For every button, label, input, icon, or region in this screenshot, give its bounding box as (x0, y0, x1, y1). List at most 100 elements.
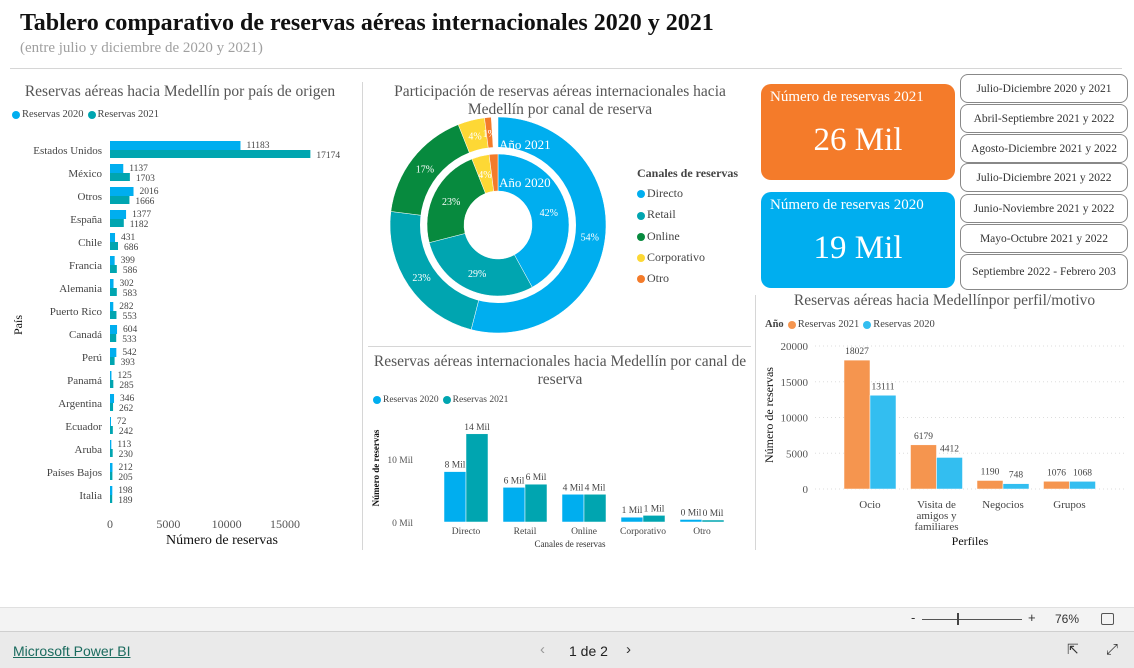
category-label: Países Bajos (47, 467, 102, 479)
bar-2020 (110, 417, 111, 426)
zoom-in-button[interactable]: + (1028, 610, 1036, 625)
legend-dot (637, 211, 645, 220)
data-label: 542 (122, 348, 137, 358)
legend-item[interactable]: Corporativo (637, 247, 705, 268)
bar-2021 (110, 173, 130, 181)
category-label: Canadá (69, 329, 102, 341)
bar-2020 (110, 141, 241, 150)
data-label: 18027 (845, 347, 869, 357)
period-button[interactable]: Agosto-Diciembre 2021 y 2022 (960, 134, 1128, 163)
legend-item[interactable]: Retail (637, 204, 705, 225)
category-label: Panamá (67, 375, 102, 387)
category-label: Negocios (982, 499, 1024, 511)
legend-dot (637, 254, 645, 263)
data-label: 72 (117, 417, 127, 427)
zoom-out-button[interactable]: - (911, 610, 915, 625)
channel-donut-chart: Participación de reservas aéreas interna… (365, 80, 755, 342)
fit-page-icon[interactable] (1101, 613, 1114, 625)
category-label: Otro (693, 527, 711, 537)
slice-label: 23% (442, 197, 460, 208)
data-label: 230 (119, 450, 134, 460)
bar-2020 (679, 519, 703, 523)
period-button[interactable]: Mayo-Octubre 2021 y 2022 (960, 224, 1128, 253)
category-label: Retail (514, 527, 537, 537)
ring-label: Año 2021 (499, 137, 551, 152)
x-tick-label: 15000 (270, 517, 300, 531)
slice-label: 1% (483, 129, 496, 140)
data-label: 8 Mil (445, 461, 466, 471)
period-button[interactable]: Abril-Septiembre 2021 y 2022 (960, 104, 1128, 133)
data-label: 17174 (316, 151, 340, 161)
data-label: 553 (122, 312, 136, 322)
zoom-bar: - + 76% (0, 607, 1134, 631)
category-label: Perú (82, 352, 103, 364)
data-label: 1 Mil (644, 504, 665, 514)
bar-2021 (110, 449, 113, 457)
data-label: 431 (121, 233, 136, 243)
y-tick-label: 0 Mil (392, 519, 413, 529)
category-label: Puerto Rico (50, 306, 103, 318)
bar-2021 (642, 515, 666, 523)
chevron-left-icon[interactable]: ‹ (540, 641, 545, 658)
data-label: 189 (118, 496, 133, 506)
zoom-slider-handle[interactable] (957, 613, 959, 625)
powerbi-link[interactable]: Microsoft Power BI (13, 643, 130, 659)
data-label: 302 (120, 279, 135, 289)
data-label: 6 Mil (526, 473, 547, 483)
category-label: Argentina (58, 398, 102, 410)
category-label: Otros (78, 191, 102, 203)
data-label: 586 (123, 266, 138, 276)
legend-item[interactable]: Online (637, 226, 705, 247)
slice-label: 17% (416, 164, 434, 175)
footer: Microsoft Power BI ‹ 1 de 2 › ⇱ ⤢ (0, 631, 1134, 668)
data-label: 686 (124, 243, 138, 253)
category-label: Francia (69, 260, 102, 272)
category-label: Estados Unidos (33, 145, 102, 157)
data-label: 285 (119, 381, 134, 391)
bar-2021 (110, 288, 117, 296)
x-axis-title: Canales de reservas (535, 539, 606, 549)
slice-label: 29% (468, 269, 486, 280)
bar-2020 (110, 325, 118, 334)
bar-2021 (910, 444, 937, 490)
bar-2020 (110, 210, 127, 219)
data-label: 212 (118, 463, 132, 473)
data-label: 125 (117, 371, 132, 381)
slice-label: 4% (468, 131, 481, 142)
legend-item[interactable]: Directo (637, 183, 705, 204)
period-button[interactable]: Julio-Diciembre 2020 y 2021 (960, 74, 1128, 103)
data-label: 1666 (135, 197, 154, 207)
data-label: 198 (118, 486, 133, 496)
bar-2020 (110, 394, 115, 403)
bar-2020 (443, 471, 467, 523)
legend-label: Directo (647, 186, 683, 200)
data-label: 1182 (130, 220, 149, 230)
period-button[interactable]: Septiembre 2022 - Febrero 203 (960, 254, 1128, 290)
y-tick-label: 5000 (786, 448, 809, 460)
data-label: 2016 (140, 187, 159, 197)
data-label: 1377 (132, 210, 151, 220)
bar-2021 (465, 433, 489, 523)
expand-icon[interactable]: ⤢ (1106, 641, 1118, 658)
slice-label: 4% (478, 170, 491, 181)
data-label: 242 (119, 427, 134, 437)
data-label: 282 (119, 302, 134, 312)
category-label: Alemania (59, 283, 102, 295)
y-axis-title: País (11, 315, 25, 335)
category-label: México (68, 168, 102, 180)
data-label: 1190 (981, 467, 1000, 477)
data-label: 14 Mil (464, 423, 490, 433)
bar-2020 (110, 302, 114, 311)
chevron-right-icon[interactable]: › (626, 641, 631, 658)
legend-label: Otro (647, 271, 669, 286)
period-button[interactable]: Julio-Diciembre 2021 y 2022 (960, 163, 1128, 192)
kpi-label: Número de reservas 2021 (770, 89, 924, 105)
zoom-slider[interactable] (922, 619, 1022, 620)
legend-item[interactable]: Otro (637, 268, 705, 289)
slice-label: 42% (540, 208, 558, 219)
share-icon[interactable]: ⇱ (1067, 641, 1079, 658)
bar-2021 (1043, 481, 1070, 490)
bar-2021 (110, 242, 119, 250)
bar-2020 (561, 494, 585, 523)
period-button[interactable]: Junio-Noviembre 2021 y 2022 (960, 194, 1128, 223)
